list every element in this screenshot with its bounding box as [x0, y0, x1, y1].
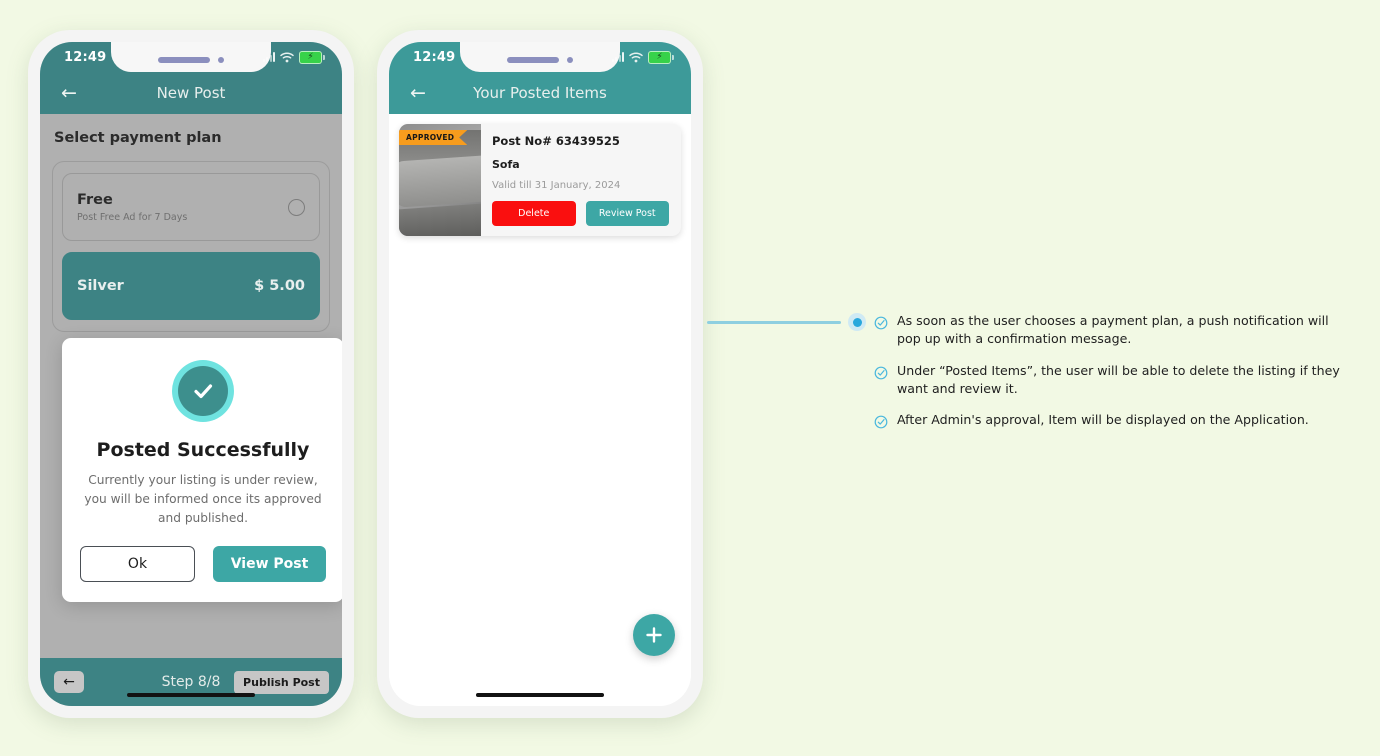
- charging-battery-icon: ⚡: [299, 50, 325, 64]
- phone1-app-bar: ← New Post: [40, 72, 342, 114]
- step-footer-bar: ← Step 8/8 Publish Post: [40, 658, 342, 706]
- view-post-button[interactable]: View Post: [213, 545, 326, 582]
- sofa-base: [399, 202, 481, 236]
- modal-title: Posted Successfully: [96, 439, 310, 461]
- annotation-item: After Admin's approval, Item will be dis…: [874, 411, 1344, 433]
- valid-till-label: Valid till 31 January, 2024: [492, 180, 621, 191]
- speaker-grille-icon: [507, 57, 559, 63]
- ok-button[interactable]: Ok: [80, 545, 195, 582]
- wifi-icon: [629, 52, 643, 62]
- back-arrow-icon[interactable]: ←: [407, 82, 429, 104]
- phone1-body: Select payment plan Free Post Free Ad fo…: [40, 114, 342, 706]
- step-back-button[interactable]: ←: [54, 671, 84, 693]
- home-indicator: [476, 693, 604, 697]
- annotation-list: As soon as the user chooses a payment pl…: [874, 312, 1344, 446]
- plan-radio-button[interactable]: [288, 198, 305, 216]
- phone2-screen: 12:49 ⚡ ← Your Posted Items APPROVED Pos…: [389, 42, 691, 706]
- annotation-text: Under “Posted Items”, the user will be a…: [897, 362, 1340, 396]
- listing-details: Post No# 63439525 Sofa Valid till 31 Jan…: [481, 124, 681, 236]
- plan-option-free[interactable]: Free Post Free Ad for 7 Days: [62, 173, 320, 241]
- check-circle-icon: [874, 365, 888, 399]
- plan-option-silver[interactable]: Silver $ 5.00: [62, 252, 320, 320]
- annotation-connector-line: [707, 321, 841, 324]
- sofa-cushion: [399, 154, 481, 208]
- annotation-connector-dot-core: [852, 317, 862, 327]
- signal-icon: [262, 52, 275, 62]
- plan-price: $ 5.00: [254, 278, 305, 294]
- item-name: Sofa: [492, 158, 520, 171]
- phone1-status-bar: 12:49 ⚡: [40, 42, 342, 72]
- plan-description: Post Free Ad for 7 Days: [77, 211, 188, 223]
- wifi-icon: [280, 52, 294, 62]
- sofa-photo: APPROVED: [399, 124, 481, 236]
- section-title: Select payment plan: [54, 130, 222, 146]
- phone2-app-bar: ← Your Posted Items: [389, 72, 691, 114]
- front-camera-icon: [218, 57, 224, 63]
- review-post-button[interactable]: Review Post: [585, 201, 669, 226]
- modal-actions: Ok View Post: [80, 545, 326, 582]
- post-number: Post No# 63439525: [492, 134, 620, 148]
- delete-button[interactable]: Delete: [492, 201, 576, 226]
- phone-notch: [111, 42, 271, 72]
- check-circle-icon: [874, 315, 888, 349]
- status-icons: ⚡: [611, 50, 674, 64]
- checkmark-icon: [194, 384, 213, 399]
- phone-mockup-new-post: 12:49 ⚡ ← New Post Select payment plan F…: [28, 30, 354, 718]
- plan-name: Free: [77, 191, 113, 208]
- payment-plan-list: Free Post Free Ad for 7 Days Silver $ 5.…: [52, 161, 330, 332]
- annotation-item: As soon as the user chooses a payment pl…: [874, 312, 1344, 349]
- annotation-text: As soon as the user chooses a payment pl…: [897, 313, 1329, 347]
- phone1-screen: 12:49 ⚡ ← New Post Select payment plan F…: [40, 42, 342, 706]
- check-circle-icon: [874, 414, 888, 433]
- status-icons: ⚡: [262, 50, 325, 64]
- front-camera-icon: [567, 57, 573, 63]
- signal-icon: [611, 52, 624, 62]
- annotation-text: After Admin's approval, Item will be dis…: [897, 412, 1309, 427]
- phone-mockup-posted-items: 12:49 ⚡ ← Your Posted Items APPROVED Pos…: [377, 30, 703, 718]
- listing-actions: Delete Review Post: [492, 201, 669, 226]
- page-title: New Post: [156, 84, 226, 102]
- success-check-icon: [172, 360, 234, 422]
- speaker-grille-icon: [158, 57, 210, 63]
- page-title: Your Posted Items: [473, 84, 607, 102]
- plus-icon: [646, 627, 662, 643]
- phone2-body: APPROVED Post No# 63439525 Sofa Valid ti…: [389, 114, 691, 706]
- success-check-core: [178, 366, 228, 416]
- back-arrow-icon[interactable]: ←: [58, 82, 80, 104]
- status-badge: APPROVED: [399, 130, 468, 145]
- status-clock: 12:49: [64, 49, 107, 65]
- success-modal: Posted Successfully Currently your listi…: [62, 338, 342, 602]
- status-clock: 12:49: [413, 49, 456, 65]
- home-indicator: [127, 693, 255, 697]
- modal-message: Currently your listing is under review, …: [84, 473, 322, 525]
- publish-post-button[interactable]: Publish Post: [234, 670, 329, 694]
- phone2-status-bar: 12:49 ⚡: [389, 42, 691, 72]
- annotation-connector-dot: [848, 313, 866, 331]
- plan-name: Silver: [77, 278, 124, 294]
- charging-battery-icon: ⚡: [648, 50, 674, 64]
- phone-notch: [460, 42, 620, 72]
- annotation-item: Under “Posted Items”, the user will be a…: [874, 362, 1344, 399]
- add-post-fab[interactable]: [633, 614, 675, 656]
- list-item[interactable]: APPROVED Post No# 63439525 Sofa Valid ti…: [399, 124, 681, 236]
